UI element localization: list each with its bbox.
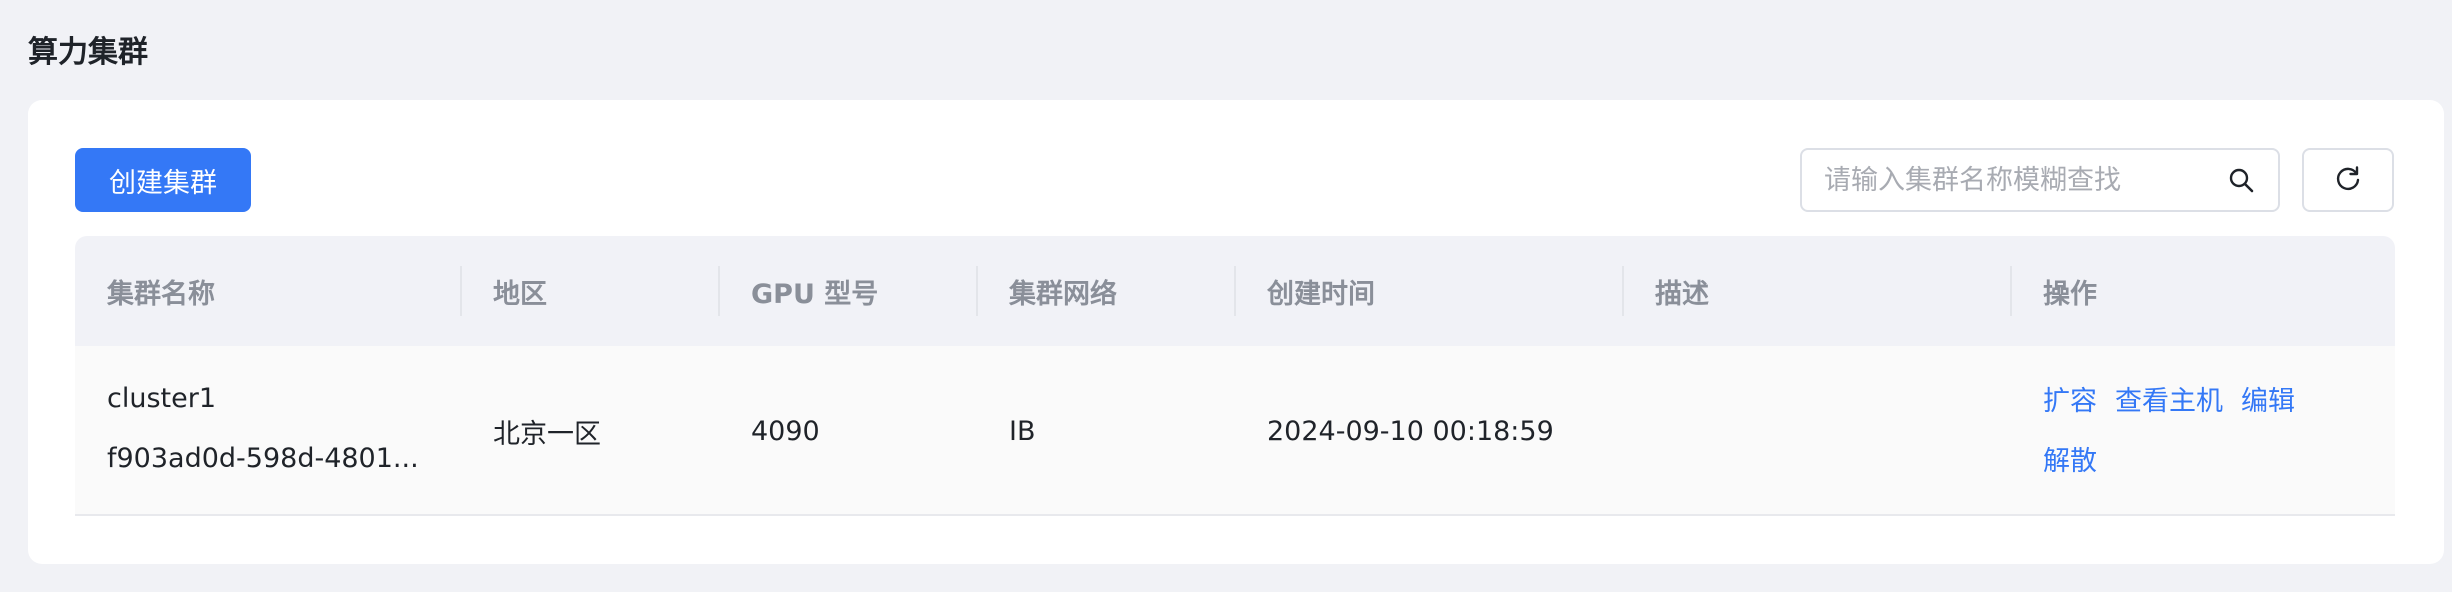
column-header-actions: 操作 [2043, 278, 2097, 310]
column-header-description: 描述 [1655, 278, 1709, 310]
cluster-table: 集群名称 地区 GPU 型号 集群网络 创建时间 描述 操作 cluster1 … [75, 236, 2395, 516]
create-cluster-button[interactable]: 创建集群 [75, 148, 251, 212]
column-divider [1622, 266, 1624, 316]
row-actions: 扩容 查看主机 编辑 [2043, 378, 2295, 418]
cluster-name: cluster1 [107, 382, 217, 414]
disband-link[interactable]: 解散 [2043, 439, 2097, 478]
column-divider [718, 266, 720, 316]
search-input[interactable] [1824, 164, 2226, 196]
refresh-icon [2334, 164, 2362, 196]
edit-link[interactable]: 编辑 [2241, 379, 2295, 418]
cluster-region: 北京一区 [493, 418, 601, 450]
cluster-gpu: 4090 [751, 415, 820, 447]
cluster-card: 创建集群 集群名称 地区 GPU 型号 集群网络 创建时间 [28, 100, 2444, 564]
column-header-created: 创建时间 [1267, 278, 1375, 310]
search-icon[interactable] [2226, 165, 2256, 195]
table-row: cluster1 f903ad0d-598d-4801... 北京一区 4090… [75, 346, 2395, 516]
cluster-id: f903ad0d-598d-4801... [107, 442, 419, 474]
column-header-network: 集群网络 [1009, 278, 1117, 310]
cluster-network: IB [1009, 415, 1036, 447]
page-title: 算力集群 [28, 35, 148, 70]
table-header: 集群名称 地区 GPU 型号 集群网络 创建时间 描述 操作 [75, 236, 2395, 346]
column-header-region: 地区 [493, 278, 547, 310]
scale-link[interactable]: 扩容 [2043, 379, 2097, 418]
column-header-gpu: GPU 型号 [751, 278, 879, 310]
cluster-created: 2024-09-10 00:18:59 [1267, 415, 1554, 447]
column-divider [1234, 266, 1236, 316]
column-divider [2010, 266, 2012, 316]
column-header-name: 集群名称 [107, 278, 215, 310]
column-divider [976, 266, 978, 316]
refresh-button[interactable] [2302, 148, 2394, 212]
row-actions-second: 解散 [2043, 438, 2097, 478]
column-divider [460, 266, 462, 316]
search-box [1800, 148, 2280, 212]
view-hosts-link[interactable]: 查看主机 [2115, 379, 2223, 418]
